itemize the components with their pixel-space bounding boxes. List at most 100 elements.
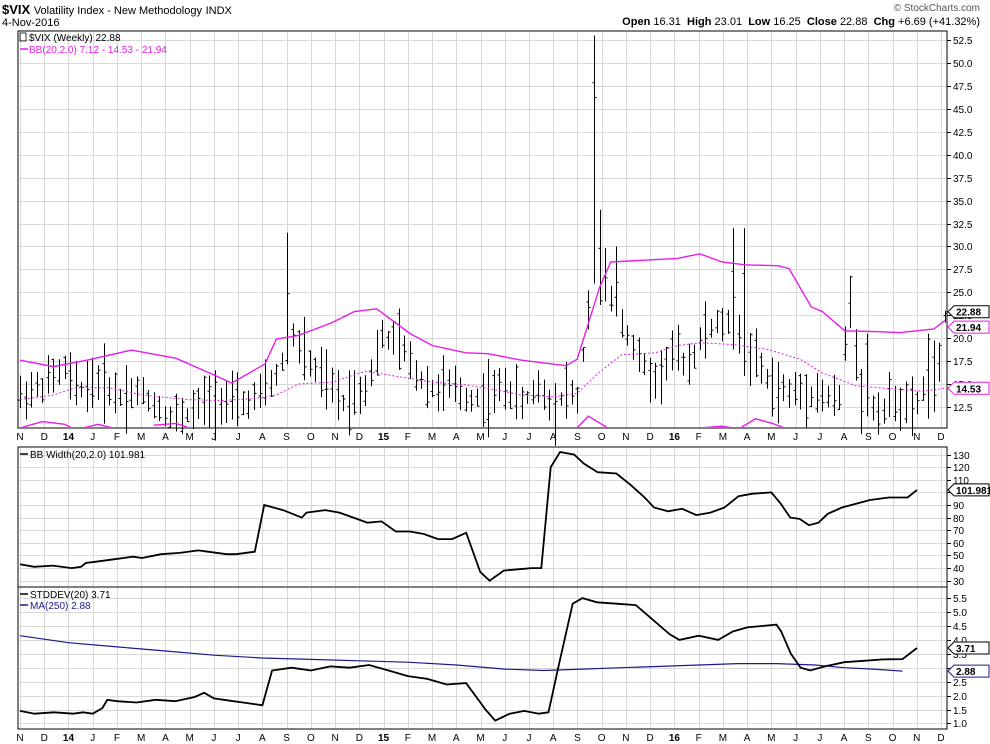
x-tick-label: D	[41, 733, 48, 744]
x-tick-label: M	[137, 733, 145, 744]
x-tick-label: F	[405, 733, 411, 744]
x-tick-label: N	[913, 432, 920, 443]
x-tick-label: J	[90, 733, 95, 744]
x-tick-label: J	[793, 733, 798, 744]
x-tick-label: M	[185, 733, 193, 744]
x-tick-label: M	[428, 733, 436, 744]
y-tick-label-price: 40.0	[953, 151, 973, 162]
x-tick-label: F	[405, 432, 411, 443]
bbwidth-legend: BB Width(20,2.0) 101.981	[20, 450, 146, 461]
x-tick-label: O	[889, 432, 897, 443]
x-tick-label: N	[622, 432, 629, 443]
last-bbwidth-tag: 101.981	[947, 483, 990, 497]
legend-price-series: $VIX (Weekly) 22.88	[29, 33, 121, 44]
x-tick-label: A	[162, 733, 169, 744]
x-tick-label: M	[476, 733, 484, 744]
x-tick-label: M	[476, 432, 484, 443]
y-tick-label-stddev: 1.0	[953, 719, 967, 730]
x-tick-label: J	[817, 733, 822, 744]
x-tick-label: D	[41, 432, 48, 443]
y-tick-label-bbwidth: 30	[953, 577, 965, 588]
x-tick-label: S	[574, 733, 581, 744]
x-tick-label: S	[283, 432, 290, 443]
x-tick-label: J	[236, 432, 241, 443]
x-tick-label: O	[307, 432, 315, 443]
x-tick-label: J	[793, 432, 798, 443]
x-tick-label: D	[937, 432, 944, 443]
x-tick-label: J	[236, 733, 241, 744]
x-tick-label: J	[817, 432, 822, 443]
y-tick-label-price: 35.0	[953, 197, 973, 208]
x-tick-label: D	[356, 432, 363, 443]
y-tick-label-stddev: 2.5	[953, 678, 967, 689]
x-tick-label: A	[841, 432, 848, 443]
x-tick-label: A	[259, 432, 266, 443]
y-tick-label-price: 17.5	[953, 357, 973, 368]
x-tick-label: J	[502, 432, 507, 443]
y-tick-label-price: 50.0	[953, 59, 973, 70]
last-bb-upper-tag-text: 21.94	[956, 323, 981, 334]
y-tick-label-stddev: 2.0	[953, 692, 967, 703]
x-tick-label: O	[889, 733, 897, 744]
y-tick-label-price: 45.0	[953, 105, 973, 116]
stddev-pane	[17, 586, 948, 730]
x-tick-label: S	[574, 432, 581, 443]
x-tick-label: 14	[63, 733, 75, 744]
last-ma-tag: 2.88	[947, 664, 990, 678]
price-pane	[17, 30, 948, 429]
x-tick-label: J	[502, 733, 507, 744]
legend-stddev: STDDEV(20) 3.71	[30, 590, 111, 601]
x-tick-label: A	[259, 733, 266, 744]
legend-ma: MA(250) 2.88	[30, 601, 91, 612]
x-tick-label: D	[647, 733, 654, 744]
legend-bbwidth: BB Width(20,2.0) 101.981	[30, 450, 146, 461]
chart-root: $VIX Volatility Index - New Methodology …	[0, 0, 990, 744]
x-tick-label: N	[16, 432, 23, 443]
last-bb-mid-tag: 14.53	[947, 381, 990, 395]
x-tick-label: S	[865, 432, 872, 443]
last-bb-upper-tag: 21.94	[947, 320, 990, 334]
y-tick-label-bbwidth: 40	[953, 564, 965, 575]
x-tick-label: J	[526, 733, 531, 744]
x-tick-label: D	[937, 733, 944, 744]
x-tick-label: F	[114, 733, 120, 744]
y-tick-label-price: 32.5	[953, 220, 973, 231]
x-tick-label: F	[696, 733, 702, 744]
y-tick-label-bbwidth: 50	[953, 551, 965, 562]
y-tick-label-bbwidth: 70	[953, 526, 965, 537]
y-tick-label-bbwidth: 80	[953, 514, 965, 525]
x-tick-label: 16	[669, 432, 681, 443]
x-tick-label: J	[526, 432, 531, 443]
x-tick-label: M	[137, 432, 145, 443]
y-tick-label-bbwidth: 130	[953, 451, 970, 462]
x-tick-label: M	[719, 432, 727, 443]
x-tick-label: M	[767, 733, 775, 744]
x-tick-label: F	[114, 432, 120, 443]
y-tick-label-price: 12.5	[953, 403, 973, 414]
x-tick-label: J	[211, 733, 216, 744]
x-tick-label: N	[331, 432, 338, 443]
x-tick-label: 15	[378, 432, 390, 443]
x-tick-label: M	[719, 733, 727, 744]
x-tick-label: N	[16, 733, 23, 744]
x-tick-label: N	[622, 733, 629, 744]
y-tick-label-price: 27.5	[953, 265, 973, 276]
x-tick-label: M	[767, 432, 775, 443]
chart-svg: 12.515.017.520.022.525.027.530.032.535.0…	[16, 30, 990, 744]
x-tick-label: O	[598, 733, 606, 744]
y-tick-label-price: 20.0	[953, 334, 973, 345]
x-tick-label: O	[598, 432, 606, 443]
y-tick-label-price: 37.5	[953, 174, 973, 185]
x-tick-label: 16	[669, 733, 681, 744]
x-tick-label: D	[647, 432, 654, 443]
y-tick-label-price: 42.5	[953, 128, 973, 139]
x-tick-label: M	[185, 432, 193, 443]
x-tick-label: S	[865, 733, 872, 744]
x-tick-label: N	[913, 733, 920, 744]
x-tick-label: A	[162, 432, 169, 443]
x-tick-label: O	[307, 733, 315, 744]
x-tick-label: D	[356, 733, 363, 744]
y-tick-label-bbwidth: 120	[953, 463, 970, 474]
y-tick-label-stddev: 5.5	[953, 594, 967, 605]
last-bbwidth-tag-text: 101.981	[956, 486, 990, 497]
